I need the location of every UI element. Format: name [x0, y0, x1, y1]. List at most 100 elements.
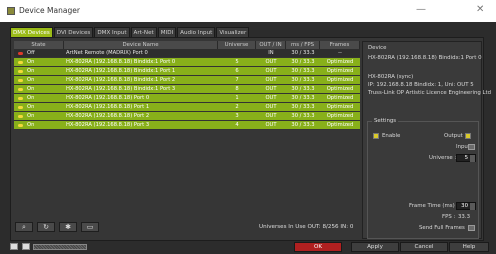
column-universe[interactable]: Universe	[218, 41, 256, 49]
frames-cell: Optimized	[326, 86, 354, 92]
table-row[interactable]: On HX-802RA (192.168.8.18) Bindidx:1 Port…	[14, 58, 360, 67]
device-ip-line: IP: 192.168.8.18 Bindidx: 1, Uni: OUT 5	[368, 82, 474, 88]
lightbulb-icon[interactable]: ✱	[59, 222, 77, 232]
table-row[interactable]: On HX-802RA (192.168.8.18) Bindidx:1 Port…	[14, 76, 360, 85]
device-name-cell: HX-802RA (192.168.8.18) Port 3	[66, 122, 150, 128]
device-name-cell: HX-802RA (192.168.8.18) Bindidx:1 Port 1	[66, 68, 176, 74]
table-row[interactable]: On HX-802RA (192.168.8.18) Port 0 1 OUT 30 /…	[14, 94, 360, 103]
table-row[interactable]: On HX-802RA (192.168.8.18) Port 2 3 OUT 30 /…	[14, 112, 360, 121]
state-label: On	[27, 58, 35, 65]
ms-fps-cell: 30 / 33.3	[291, 113, 315, 119]
column-out-in[interactable]: OUT / IN	[256, 41, 286, 49]
state-label: On	[27, 94, 35, 101]
cancel-button[interactable]: Cancel	[400, 242, 448, 252]
device-table: State Device Name Universe OUT / IN ms /…	[14, 41, 360, 130]
monitor-icon[interactable]: ▭	[81, 222, 99, 232]
tab-audio-input[interactable]: Audio Input	[177, 27, 216, 37]
universe-cell	[218, 49, 256, 57]
frame-time-value: 30	[461, 203, 468, 209]
universe-spinner[interactable]: 5	[456, 154, 476, 162]
ok-button[interactable]: OK	[294, 242, 342, 252]
tab-art-net[interactable]: Art-Net	[130, 27, 157, 37]
minimize-button[interactable]: —	[416, 4, 426, 15]
universe-value: 5	[464, 155, 468, 161]
enable-checkbox[interactable]	[373, 133, 379, 139]
state-label: On	[27, 67, 35, 74]
ms-fps-cell: 30 / 33.3	[291, 68, 315, 74]
state-label: On	[27, 112, 35, 119]
progress-bar	[33, 244, 87, 250]
help-button[interactable]: Help	[449, 242, 489, 252]
fps-value: 33.3	[458, 214, 471, 220]
ms-fps-cell: 30 / 33.3	[291, 59, 315, 65]
enable-label: Enable	[382, 133, 401, 139]
refresh-icon[interactable]: ↻	[37, 222, 55, 232]
universes-in-use: Universes In Use OUT: 8/256 IN: 0	[259, 224, 354, 230]
search-icon[interactable]: ⌕	[15, 222, 33, 232]
table-row[interactable]: On HX-802RA (192.168.8.18) Port 3 4 OUT 30 /…	[14, 121, 360, 130]
apply-button[interactable]: Apply	[351, 242, 399, 252]
table-row[interactable]: On HX-802RA (192.168.8.18) Bindidx:1 Port…	[14, 85, 360, 94]
out-in-cell: OUT	[265, 59, 277, 65]
state-cell: Off	[14, 49, 64, 57]
column-ms-fps[interactable]: ms / FPS	[286, 41, 320, 49]
output-checkbox[interactable]	[465, 133, 471, 139]
state-indicator-icon[interactable]	[18, 105, 23, 109]
close-button[interactable]: ✕	[476, 4, 484, 15]
state-cell: On	[14, 121, 64, 129]
settings-group: Settings Enable Output Input Universe : …	[367, 118, 479, 239]
out-in-cell: OUT	[265, 95, 277, 101]
frames-cell: Optimized	[326, 59, 354, 65]
state-indicator-icon[interactable]	[18, 123, 23, 127]
fps-label: FPS :	[442, 214, 456, 220]
state-indicator-icon[interactable]	[18, 69, 23, 73]
universe-cell: 1	[235, 95, 239, 101]
spinner-arrows-icon[interactable]	[470, 203, 475, 210]
state-indicator-icon[interactable]	[18, 96, 23, 100]
universe-cell: 7	[235, 77, 239, 83]
state-indicator-icon[interactable]	[18, 87, 23, 91]
state-indicator-icon[interactable]	[18, 114, 23, 118]
status-bar: OK Apply Cancel Help	[0, 240, 496, 254]
dmx-devices-panel: State Device Name Universe OUT / IN ms /…	[10, 37, 491, 241]
column-frames[interactable]: Frames	[320, 41, 360, 49]
universe-cell: 5	[235, 59, 239, 65]
tab-visualizer[interactable]: Visualizer	[216, 27, 250, 37]
state-label: On	[27, 76, 35, 83]
frames-cell: Optimized	[326, 68, 354, 74]
frames-cell: Optimized	[326, 113, 354, 119]
state-label: On	[27, 121, 35, 128]
input-toggle-icon[interactable]	[468, 144, 475, 150]
column-device-name[interactable]: Device Name	[64, 41, 218, 49]
window-title: Device Manager	[19, 6, 80, 15]
tab-dmx-input[interactable]: DMX Input	[94, 27, 130, 37]
table-row[interactable]: Off ArtNet Remote (MADRIX) Port 0 IN 30 / 3…	[14, 49, 360, 58]
device-details-pane: Device HX-802RA (192.168.8.18) Bindidx:1…	[362, 41, 491, 239]
ms-fps-cell: 30 / 33.3	[291, 104, 315, 110]
frames-cell: Optimized	[326, 95, 354, 101]
state-indicator-icon[interactable]	[18, 78, 23, 82]
column-state[interactable]: State	[14, 41, 64, 49]
tab-dmx-devices[interactable]: DMX Devices	[10, 27, 53, 37]
state-cell: On	[14, 112, 64, 120]
tab-dvi-devices[interactable]: DVI Devices	[53, 27, 94, 37]
table-row[interactable]: On HX-802RA (192.168.8.18) Port 1 2 OUT 30 /…	[14, 103, 360, 112]
table-header: State Device Name Universe OUT / IN ms /…	[14, 41, 360, 49]
universe-cell: 2	[235, 104, 239, 110]
state-indicator-icon[interactable]	[18, 51, 23, 55]
ms-fps-cell: 30 / 33.3	[291, 95, 315, 101]
frames-cell: Optimized	[326, 122, 354, 128]
device-name-cell: HX-802RA (192.168.8.18) Bindidx:1 Port 2	[66, 77, 176, 83]
ms-fps-cell: 30 / 33.3	[291, 50, 315, 56]
tab-midi[interactable]: MIDI	[157, 27, 177, 37]
frames-cell: Optimized	[326, 77, 354, 83]
state-indicator-icon[interactable]	[18, 60, 23, 64]
spinner-arrows-icon[interactable]	[470, 155, 475, 162]
table-row[interactable]: On HX-802RA (192.168.8.18) Bindidx:1 Port…	[14, 67, 360, 76]
send-full-frames-label: Send Full Frames	[419, 225, 465, 231]
frames-cell: Optimized	[326, 104, 354, 110]
frame-time-spinner[interactable]: 30	[456, 202, 476, 210]
send-full-frames-icon[interactable]	[468, 225, 475, 231]
save-icon[interactable]	[22, 243, 30, 250]
keyboard-icon[interactable]	[10, 243, 18, 250]
